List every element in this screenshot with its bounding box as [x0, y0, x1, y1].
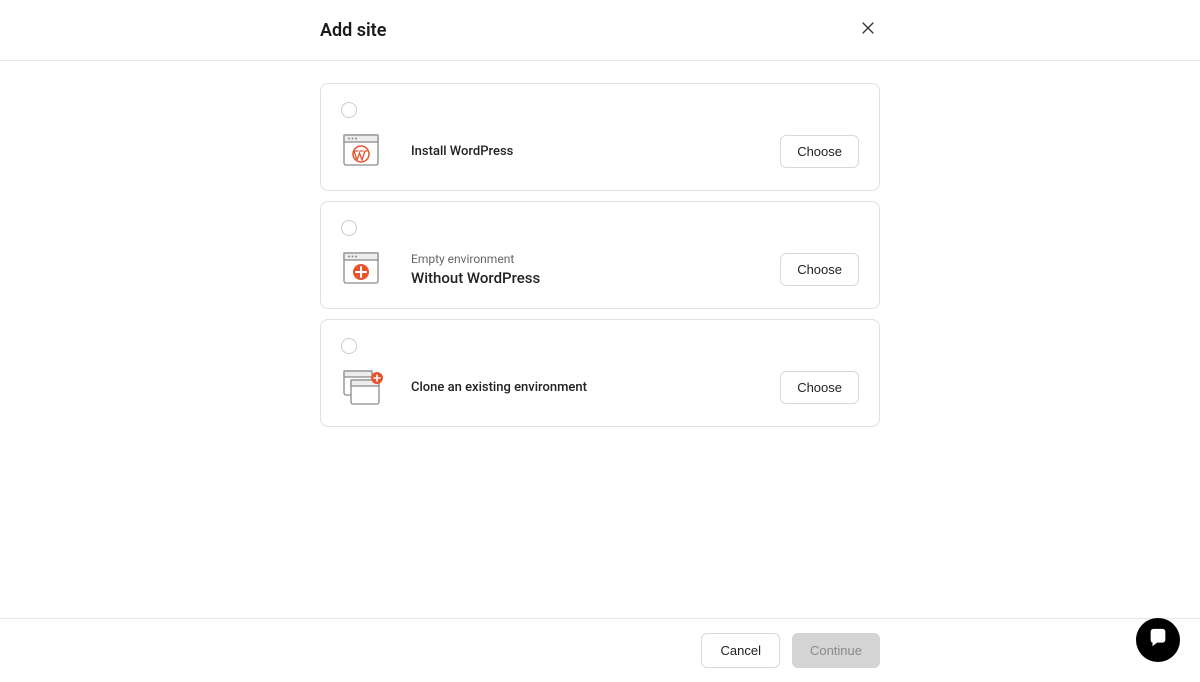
radio-indicator[interactable]	[341, 220, 357, 236]
option-body: Clone an existing environment Choose	[341, 368, 859, 406]
chat-widget-button[interactable]	[1136, 618, 1180, 662]
plus-window-icon	[341, 250, 383, 288]
option-title: Without WordPress	[411, 269, 540, 287]
choose-button[interactable]: Choose	[780, 135, 859, 168]
choose-button[interactable]: Choose	[780, 253, 859, 286]
modal-footer: Cancel Continue	[0, 618, 1200, 682]
option-install-wordpress[interactable]: Install WordPress Choose	[320, 83, 880, 191]
clone-window-icon	[341, 368, 383, 406]
header-inner: Add site	[320, 18, 880, 42]
option-text: Empty environment Without WordPress	[411, 252, 540, 287]
cancel-button[interactable]: Cancel	[701, 633, 779, 668]
option-left: Clone an existing environment	[341, 368, 587, 406]
option-body: Empty environment Without WordPress Choo…	[341, 250, 859, 288]
radio-indicator[interactable]	[341, 102, 357, 118]
option-text: Install WordPress	[411, 144, 513, 159]
footer-inner: Cancel Continue	[320, 633, 880, 668]
option-title: Clone an existing environment	[411, 380, 587, 395]
option-text: Clone an existing environment	[411, 380, 587, 395]
close-button[interactable]	[856, 18, 880, 42]
option-eyebrow: Empty environment	[411, 252, 540, 266]
close-icon	[862, 21, 874, 39]
option-clone-environment[interactable]: Clone an existing environment Choose	[320, 319, 880, 427]
continue-button: Continue	[792, 633, 880, 668]
option-left: Install WordPress	[341, 132, 513, 170]
option-body: Install WordPress Choose	[341, 132, 859, 170]
option-title: Install WordPress	[411, 144, 513, 159]
modal-header: Add site	[0, 0, 1200, 61]
page-title: Add site	[320, 20, 386, 41]
chat-icon	[1147, 627, 1169, 653]
option-left: Empty environment Without WordPress	[341, 250, 540, 288]
wordpress-window-icon	[341, 132, 383, 170]
options-list: Install WordPress Choose	[320, 83, 880, 427]
choose-button[interactable]: Choose	[780, 371, 859, 404]
radio-indicator[interactable]	[341, 338, 357, 354]
option-empty-environment[interactable]: Empty environment Without WordPress Choo…	[320, 201, 880, 309]
